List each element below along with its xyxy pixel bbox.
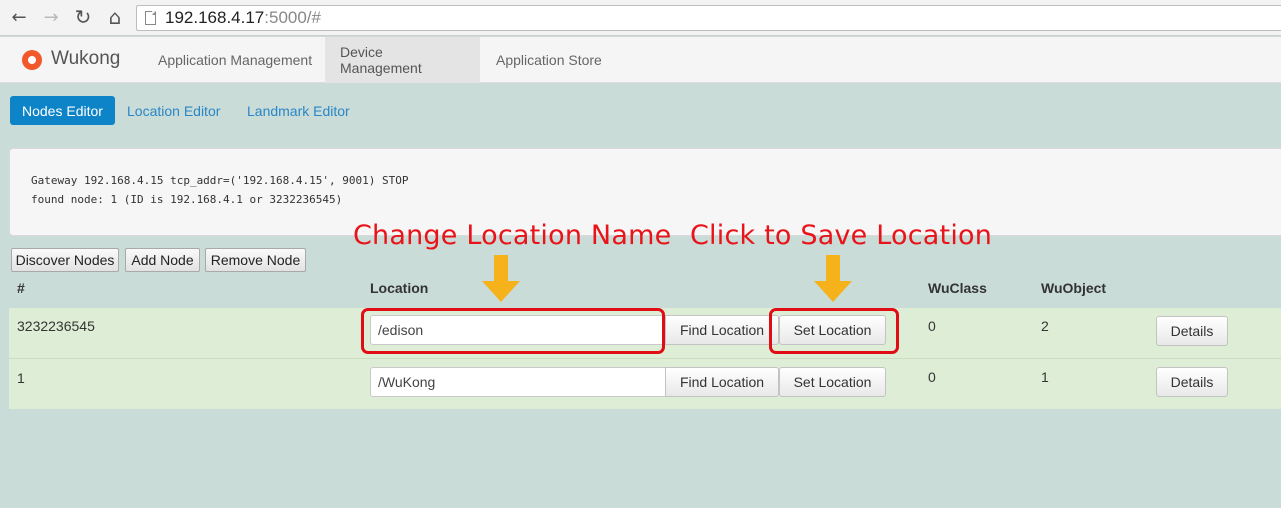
find-location-button[interactable]: Find Location: [665, 367, 779, 397]
url-host: 192.168.4.17: [165, 8, 265, 27]
column-header-location: Location: [370, 280, 429, 296]
add-node-button[interactable]: Add Node: [125, 248, 200, 272]
url-path: :5000/#: [264, 8, 321, 27]
column-header-id: #: [17, 280, 25, 296]
tab-device-management[interactable]: Device Management: [325, 37, 480, 83]
discover-nodes-button[interactable]: Discover Nodes: [11, 248, 119, 272]
annotation-arrow-icon: [814, 255, 852, 302]
details-button[interactable]: Details: [1156, 367, 1228, 397]
brand-name: Wukong: [51, 47, 121, 69]
annotation-save-location: Click to Save Location: [690, 220, 993, 251]
subtab-landmark-editor[interactable]: Landmark Editor: [235, 96, 362, 125]
tab-application-store[interactable]: Application Store: [481, 37, 617, 83]
tab-application-management[interactable]: Application Management: [143, 37, 327, 83]
node-id: 1: [17, 370, 25, 386]
wuobject-count: 1: [1041, 369, 1049, 385]
annotation-arrow-icon: [482, 255, 520, 302]
address-bar[interactable]: 192.168.4.17:5000/#: [136, 5, 1281, 31]
highlight-set-location: [769, 308, 899, 354]
subtab-nodes-editor[interactable]: Nodes Editor: [10, 96, 115, 125]
wukong-logo-icon: [22, 50, 42, 70]
set-location-button[interactable]: Set Location: [779, 367, 886, 397]
column-header-wuclass: WuClass: [928, 280, 987, 296]
reload-icon[interactable]: ↻: [72, 5, 94, 29]
brand[interactable]: Wukong: [22, 47, 120, 70]
forward-icon[interactable]: →: [40, 6, 62, 28]
node-id: 3232236545: [17, 318, 95, 334]
wuclass-count: 0: [928, 369, 936, 385]
browser-toolbar: ← → ↻ ⌂ 192.168.4.17:5000/#: [0, 0, 1281, 36]
location-input[interactable]: /WuKong: [370, 367, 666, 397]
highlight-location-input: [361, 308, 665, 354]
column-header-wuobject: WuObject: [1041, 280, 1107, 296]
find-location-button[interactable]: Find Location: [665, 315, 779, 345]
annotation-change-location: Change Location Name: [353, 220, 672, 251]
home-icon[interactable]: ⌂: [104, 5, 126, 29]
back-icon[interactable]: ←: [8, 6, 30, 28]
subtab-location-editor[interactable]: Location Editor: [115, 96, 232, 125]
remove-node-button[interactable]: Remove Node: [205, 248, 306, 272]
console-line: Gateway 192.168.4.15 tcp_addr=('192.168.…: [31, 174, 409, 187]
page-icon: [145, 11, 156, 25]
details-button[interactable]: Details: [1156, 316, 1228, 346]
wuclass-count: 0: [928, 318, 936, 334]
app-navbar: Wukong Application Management Device Man…: [0, 37, 1281, 83]
console-line: found node: 1 (ID is 192.168.4.1 or 3232…: [31, 193, 343, 206]
wuobject-count: 2: [1041, 318, 1049, 334]
